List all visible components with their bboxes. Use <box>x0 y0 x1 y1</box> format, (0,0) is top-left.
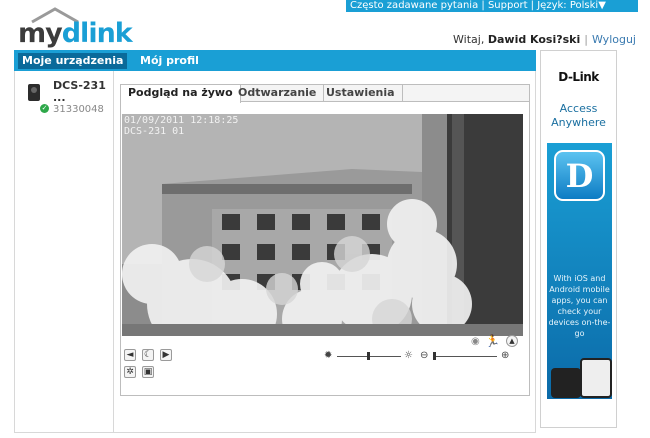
top-link-bar: Często zadawane pytania | Support | Języ… <box>346 0 638 12</box>
tab-my-profile[interactable]: Mój profil <box>136 53 203 69</box>
zoom-slider[interactable] <box>433 356 497 357</box>
ad-slogan: Access Anywhere <box>551 102 606 129</box>
ad-brand: D-Link <box>558 70 599 84</box>
main-panel: Podgląd na żywo Odtwarzanie Ustawienia 0… <box>114 71 536 433</box>
tab-live-view[interactable]: Podgląd na żywo <box>121 85 241 103</box>
ad-blue-panel: D With iOS and Android mobile apps, you … <box>547 143 612 399</box>
motion-indicator-dot-icon: ◉ <box>471 336 480 347</box>
support-link[interactable]: Support <box>488 0 528 11</box>
tab-my-devices[interactable]: Moje urządzenia <box>18 53 128 69</box>
settings-icon[interactable]: ✲ <box>124 366 136 378</box>
phone-image-icon <box>551 368 581 398</box>
speaker-icon[interactable]: ◄ <box>124 349 136 361</box>
camera-icon <box>28 84 40 101</box>
video-controls: ◄ ☾ ▶ ✲ ▣ ◉ 🏃 ▲ ✹ ☼ ⊖ ⊕ <box>121 335 529 395</box>
device-serial: 31330048 <box>53 104 104 115</box>
mydlink-logo[interactable]: mydlink <box>18 7 133 49</box>
online-status-icon: ✓ <box>40 104 49 113</box>
snapshot-icon[interactable]: ▣ <box>142 366 154 378</box>
phone-image-icon-2 <box>580 358 612 398</box>
zoom-in-icon[interactable]: ⊕ <box>501 351 509 361</box>
main-nav: Moje urządzenia Mój profil <box>14 50 536 71</box>
dlink-ad-banner[interactable]: D-Link Access Anywhere D With iOS and An… <box>540 50 617 428</box>
device-name-ellipsis: ... <box>53 91 66 104</box>
language-selector[interactable]: Język: Polski▼ <box>537 0 606 11</box>
night-mode-icon[interactable]: ☾ <box>142 349 154 361</box>
user-name: Dawid Kosi?ski <box>487 33 581 46</box>
dlink-app-icon: D <box>554 150 605 201</box>
tab-playback[interactable]: Odtwarzanie <box>231 85 325 102</box>
device-list: ✓ DCS-231 ... 31330048 <box>14 71 114 433</box>
tab-settings[interactable]: Ustawienia <box>319 85 403 102</box>
brightness-low-icon: ✹ <box>324 350 333 361</box>
camera-viewer: Podgląd na żywo Odtwarzanie Ustawienia 0… <box>120 84 530 396</box>
logout-link[interactable]: Wyloguj <box>592 33 636 46</box>
record-icon[interactable]: ▶ <box>160 349 172 361</box>
greeting-prefix: Witaj, <box>453 33 485 46</box>
timestamp-line-2: DCS-231 01 <box>124 126 185 137</box>
faq-link[interactable]: Często zadawane pytania <box>350 0 478 11</box>
device-item[interactable]: ✓ DCS-231 ... 31330048 <box>15 77 113 117</box>
camera-scene-image <box>122 114 523 336</box>
zoom-out-icon[interactable]: ⊖ <box>420 351 428 361</box>
expand-icon[interactable]: ▲ <box>506 335 518 347</box>
motion-icon[interactable]: 🏃 <box>485 335 500 347</box>
user-greeting: Witaj, Dawid Kosi?ski | Wyloguj <box>453 33 636 46</box>
brightness-slider-handle[interactable] <box>367 352 370 360</box>
timestamp-line-1: 01/09/2011 12:18:25 <box>124 115 239 126</box>
brightness-high-icon: ☼ <box>404 350 413 361</box>
zoom-slider-handle[interactable] <box>433 352 436 360</box>
ad-body-text: With iOS and Android mobile apps, you ca… <box>548 274 611 338</box>
viewer-tabs: Podgląd na żywo Odtwarzanie Ustawienia <box>121 85 529 103</box>
video-timestamp: 01/09/2011 12:18:25 DCS-231 01 <box>124 115 238 137</box>
live-video-feed[interactable]: 01/09/2011 12:18:25 DCS-231 01 <box>122 114 523 336</box>
ad-bottom-strip <box>547 399 612 423</box>
